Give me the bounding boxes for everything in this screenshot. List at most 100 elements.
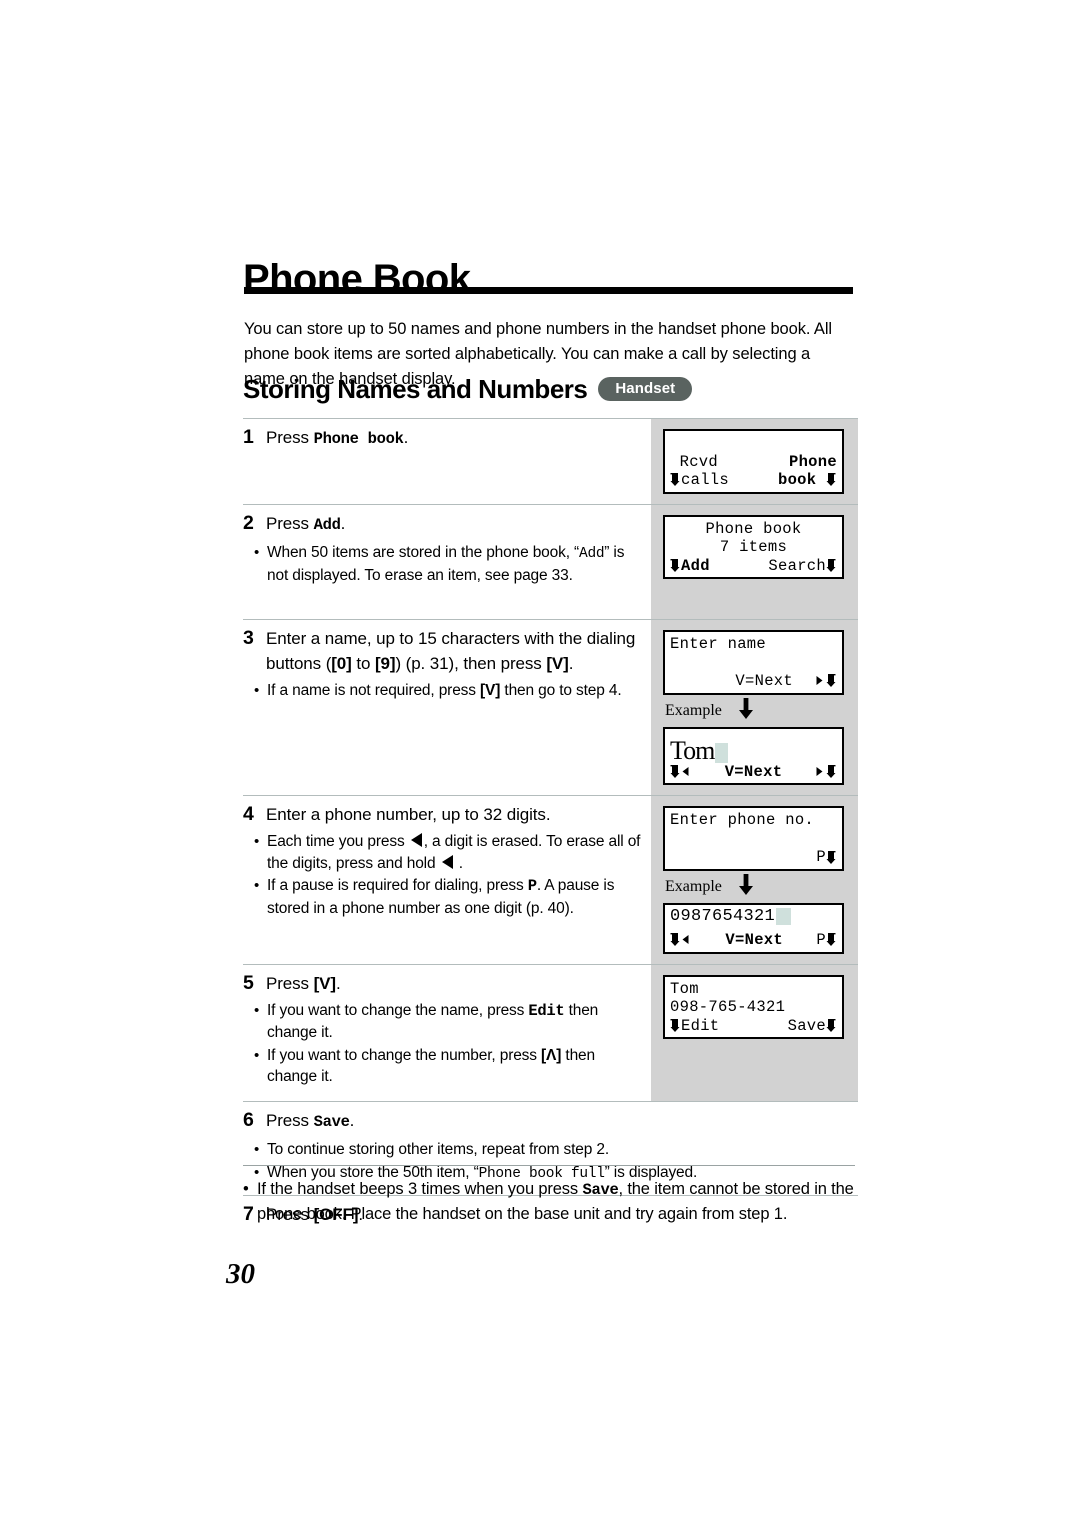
step-3-instructions: 3 Enter a name, up to 15 characters with… [243,620,651,795]
pause-key: P [527,877,537,895]
lcd-softkey-right: book [778,471,837,490]
lcd-text: 098-765-4321 [670,998,786,1016]
navigator-down-key: [V] [546,654,569,673]
step-number: 4 [243,803,254,825]
lcd-line: P [670,848,837,867]
lcd-text: Phone [788,452,837,471]
lcd-text: P [816,931,826,949]
lcd-softkey-right: P [816,931,837,950]
lcd-softkey-left: calls [670,471,729,490]
softkey-down-right-icon [826,850,837,865]
page-number: 30 [226,1258,255,1290]
step-2-verb: Press [266,513,314,533]
example-annotation: Example [665,697,850,725]
save-key: Save [313,1113,350,1131]
lcd-line: 098-765-4321 [670,998,837,1017]
lcd-line: V=Next P [670,931,837,950]
down-arrow-icon [738,697,754,725]
step-1-instructions: 1 Press Phone book. [243,419,651,504]
bullet-text: If a name is not required, press [267,682,481,699]
step-6-period: . [349,1111,355,1130]
lcd-softkey-right [815,672,837,691]
step-text: Press Phone book. [266,425,641,452]
step-1-display-panel: Rcvd Phone calls book [651,419,858,504]
step-5-period: . [335,973,341,993]
list-item: Each time you press , a digit is erased.… [243,831,641,874]
lcd-text: 7 items [719,538,788,556]
lcd-text: V=Next [724,762,783,781]
step-3-display-panel: Enter name V=Next Example Tom V=Next [651,620,858,795]
lcd-line: Enter phone no. [670,811,837,830]
lcd-screen-step-1: Rcvd Phone calls book [663,429,844,494]
step-2-period: . [340,513,346,533]
example-annotation: Example [665,873,850,901]
lcd-screen-step-4-prompt: Enter phone no. P [663,806,844,871]
list-item: If you want to change the name, press Ed… [243,1000,641,1044]
navigator-down-key: [V] [313,973,336,993]
lcd-line: V=Next [670,763,837,782]
step-4-display-panel: Enter phone no. P Example 0987654321 V=N… [651,796,858,964]
lcd-screen-step-4-example: 0987654321 V=Next P [663,902,844,954]
list-item: If you want to change the number, press … [243,1045,641,1088]
handset-badge: Handset [598,377,693,401]
step-5-instructions: 5 Press [V]. If you want to change the n… [243,965,651,1102]
lcd-line: Enter name [670,635,837,654]
play-right-icon [815,673,826,688]
step-2-display-panel: Phone book 7 items Add Search [651,504,858,619]
softkey-down-left-icon [670,558,681,573]
section-title: Storing Names and Numbers [243,374,588,404]
lcd-line: Phone book [670,520,837,539]
bullet-text: . [454,854,463,872]
softkey-down-right-icon [826,932,837,947]
title-rule [244,287,853,294]
lcd-text: Enter phone no. [670,811,815,829]
bullet-text: Each time you press [267,833,409,850]
step-text: Enter a phone number, up to 32 digits. [266,805,551,824]
lcd-screen-step-3-prompt: Enter name V=Next [663,630,844,695]
down-arrow-icon [738,873,754,901]
step-number: 1 [243,426,254,448]
softkey-down-left-icon [670,1018,681,1033]
text-cursor [776,908,792,926]
step-text: Enter a name, up to 15 characters with t… [266,626,641,676]
lcd-entered-number: 0987654321 [670,907,837,927]
softkey-down-right-icon [826,673,837,688]
step-2-key: Add [313,515,341,534]
lcd-text: Phone book [705,519,802,538]
step-3-text: ) (p. 31), then press [395,654,547,673]
step-text: Press Add. [266,511,641,538]
lcd-line: 7 items [670,538,837,557]
lcd-screen-step-2: Phone book 7 items Add Search [663,514,844,579]
lcd-screen-step-3-example: Tom V=Next [663,726,844,785]
step-4-instructions: 4 Enter a phone number, up to 32 digits.… [243,796,651,964]
text-cursor [715,742,729,763]
bullet-text: If a pause is required for dialing, pres… [267,877,528,894]
dial-key-9: [9] [374,654,396,673]
step-3-text: . [568,654,574,673]
lcd-text: P [816,848,826,866]
lcd-softkey-right [815,763,837,782]
lcd-text: V=Next [735,672,793,690]
step-number: 6 [243,1109,254,1131]
navigator-up-key: [Λ] [541,1046,562,1064]
step-3-bullets: If a name is not required, press [V] the… [243,680,641,702]
play-left-icon [681,764,692,779]
play-left-icon [681,932,692,947]
lcd-text: Tom [670,979,699,998]
bullet-text: When 50 items are stored in the phone bo… [267,543,580,561]
lcd-line: Tom [670,980,837,999]
list-item: If a name is not required, press [V] the… [243,680,641,702]
step-text: Press Save. [266,1108,848,1135]
step-6-verb: Press [266,1111,314,1130]
table-row-step-3: 3 Enter a name, up to 15 characters with… [243,619,858,795]
example-label: Example [665,702,722,719]
lcd-text: Tom [670,735,715,765]
step-text: Press [V]. [266,971,641,996]
lcd-screen-step-5: Tom 098-765-4321 Edit Save [663,974,844,1039]
step-number: 3 [243,627,254,649]
step-number: 2 [243,511,254,534]
section-header: Storing Names and Numbers Handset [243,376,858,402]
bullet-text: If you want to change the name, press [267,1001,529,1019]
lcd-text: Rcvd [670,452,719,471]
lcd-text: V=Next [725,931,783,949]
